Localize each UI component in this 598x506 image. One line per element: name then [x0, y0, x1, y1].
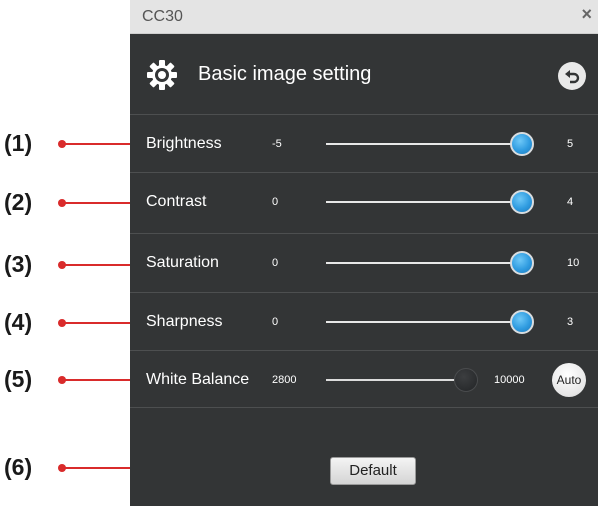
setting-label: Contrast	[146, 193, 207, 210]
callout-4: (4)	[0, 309, 142, 337]
callout-1: (1)	[0, 130, 142, 158]
callout-number: (4)	[4, 309, 33, 335]
slider-thumb[interactable]	[510, 190, 534, 214]
slider-max-value: 5	[567, 138, 574, 150]
slider-min-value: 0	[272, 257, 279, 269]
setting-row-saturation: Saturation 0 10	[130, 233, 598, 291]
slider-min-value: 2800	[272, 374, 297, 386]
callout-2: (2)	[0, 189, 142, 217]
slider-thumb	[454, 368, 478, 392]
setting-row-contrast: Contrast 0 4	[130, 172, 598, 230]
back-arrow-icon[interactable]	[558, 62, 586, 90]
callout-number: (5)	[4, 366, 33, 392]
slider-thumb[interactable]	[510, 132, 534, 156]
callout-3: (3)	[0, 251, 142, 279]
slider-track	[326, 379, 466, 381]
slider-track[interactable]	[326, 143, 522, 145]
slider-thumb[interactable]	[510, 251, 534, 275]
slider-max-value: 10000	[494, 374, 525, 386]
setting-row-white-balance: White Balance 2800 10000 Auto	[130, 350, 598, 408]
slider-min-value: -5	[272, 138, 282, 150]
panel-title: Basic image setting	[198, 63, 372, 85]
slider-min-value: 0	[272, 196, 279, 208]
setting-label: Brightness	[146, 135, 222, 152]
slider-thumb[interactable]	[510, 310, 534, 334]
slider-track[interactable]	[326, 262, 522, 264]
slider-min-value: 0	[272, 316, 279, 328]
slider-max-value: 10	[567, 257, 580, 269]
close-icon[interactable]: ×	[581, 4, 592, 25]
slider-max-value: 3	[567, 316, 574, 328]
setting-row-brightness: Brightness -5 5	[130, 114, 598, 172]
callout-6: (6)	[0, 454, 184, 482]
setting-label: Sharpness	[146, 313, 223, 330]
auto-button[interactable]: Auto	[552, 363, 586, 397]
window-title: CC30	[142, 8, 183, 25]
slider-track[interactable]	[326, 201, 522, 203]
setting-row-sharpness: Sharpness 0 3	[130, 292, 598, 350]
callout-5: (5)	[0, 366, 142, 394]
callout-number: (1)	[4, 130, 33, 156]
default-button[interactable]: Default	[330, 457, 416, 485]
callout-number: (3)	[4, 251, 33, 277]
gear-icon	[146, 59, 178, 91]
callout-number: (6)	[4, 454, 33, 480]
callout-number: (2)	[4, 189, 33, 215]
slider-max-value: 4	[567, 196, 574, 208]
title-bar: CC30 ×	[130, 0, 598, 34]
setting-label: White Balance	[146, 371, 250, 388]
panel-header: Basic image setting	[130, 34, 598, 114]
setting-label: Saturation	[146, 254, 219, 271]
settings-panel: CC30 × Basic image setting Brightness -5…	[130, 0, 598, 506]
slider-track[interactable]	[326, 321, 522, 323]
